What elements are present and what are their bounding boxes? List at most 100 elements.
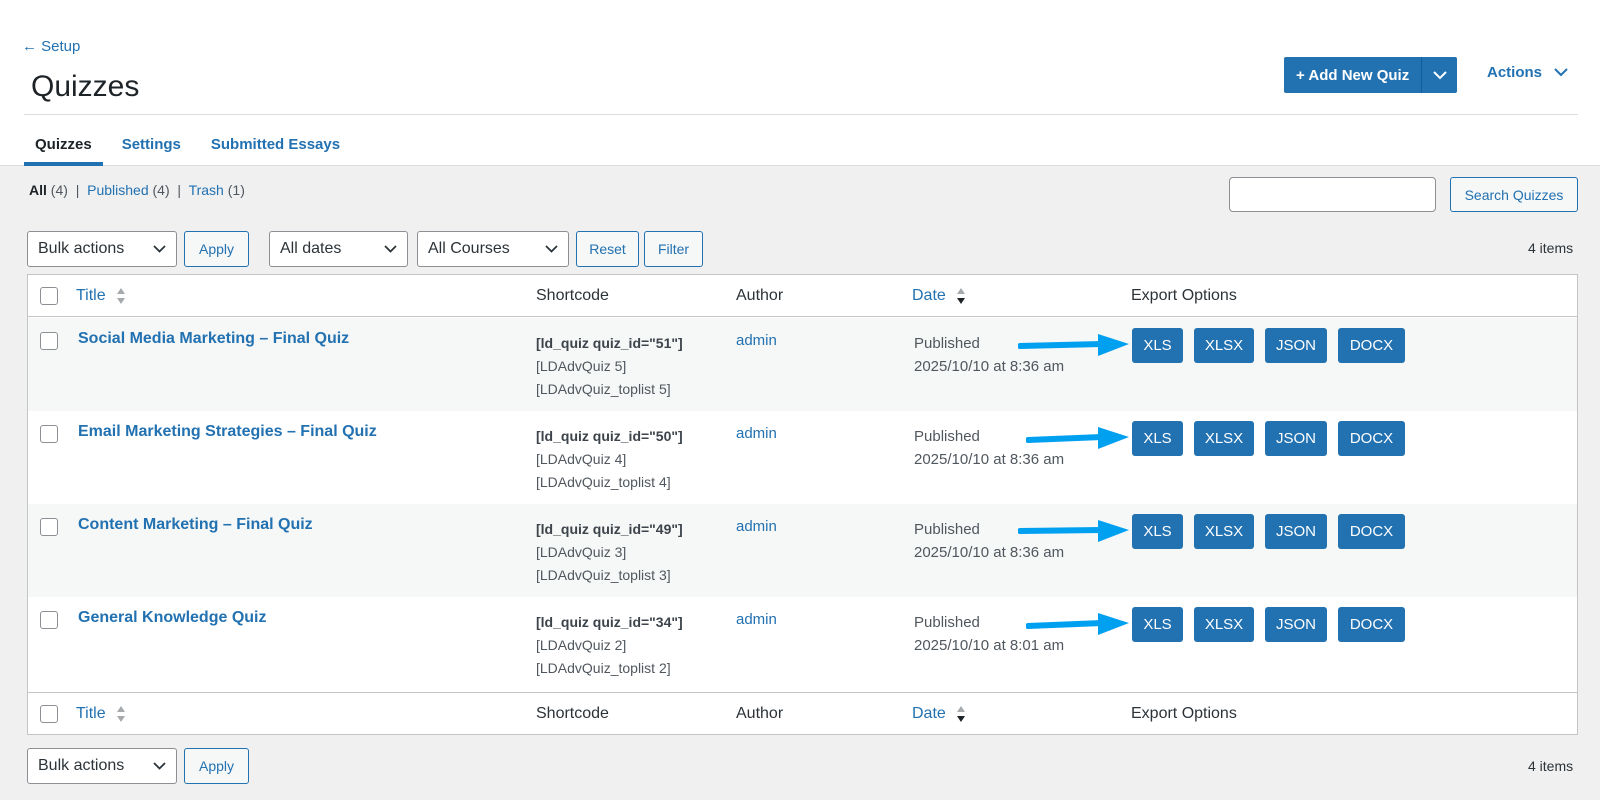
shortcode-main: [ld_quiz quiz_id="51"] xyxy=(536,335,683,351)
courses-filter-value: All Courses xyxy=(428,240,510,257)
add-new-quiz-group: + Add New Quiz xyxy=(1284,57,1458,93)
select-all-checkbox[interactable] xyxy=(40,287,58,305)
shortcode-adv: [LDAdvQuiz 2] xyxy=(536,637,627,653)
shortcode-main: [ld_quiz quiz_id="49"] xyxy=(536,521,683,537)
table-row: Content Marketing – Final Quiz [ld_quiz … xyxy=(28,504,1577,597)
quiz-title-link[interactable]: General Knowledge Quiz xyxy=(78,609,266,627)
view-published-link[interactable]: Published xyxy=(87,182,149,198)
shortcode-toplist: [LDAdvQuiz_toplist 3] xyxy=(536,567,671,583)
select-all-checkbox[interactable] xyxy=(40,705,58,723)
arrow-right-icon xyxy=(1018,334,1129,356)
view-separator: | xyxy=(177,182,182,198)
chevron-down-icon xyxy=(153,245,166,253)
export-xls-button[interactable]: XLS xyxy=(1132,328,1183,363)
search-quizzes-button[interactable]: Search Quizzes xyxy=(1450,177,1578,212)
export-json-button[interactable]: JSON xyxy=(1265,607,1327,642)
apply-button[interactable]: Apply xyxy=(184,231,249,267)
bulk-actions-select-bottom[interactable]: Bulk actions xyxy=(27,748,177,784)
actions-menu-button[interactable]: Actions xyxy=(1487,64,1568,81)
items-count-bottom: 4 items xyxy=(1528,758,1574,774)
column-date-sort[interactable]: Date xyxy=(912,705,966,723)
quiz-title-link[interactable]: Email Marketing Strategies – Final Quiz xyxy=(78,423,377,441)
shortcode-adv: [LDAdvQuiz 4] xyxy=(536,451,627,467)
column-export-options: Export Options xyxy=(1131,287,1237,304)
export-json-button[interactable]: JSON xyxy=(1265,514,1327,549)
view-trash-link[interactable]: Trash xyxy=(189,182,224,198)
header-divider xyxy=(24,114,1578,115)
column-export-options: Export Options xyxy=(1131,705,1237,722)
sort-arrows-icon xyxy=(117,288,126,304)
export-docx-button[interactable]: DOCX xyxy=(1338,328,1405,363)
add-new-dropdown-button[interactable] xyxy=(1421,57,1458,93)
export-xlsx-button[interactable]: XLSX xyxy=(1194,328,1254,363)
column-shortcode: Shortcode xyxy=(536,705,609,722)
tab-quizzes[interactable]: Quizzes xyxy=(24,128,103,166)
column-title-sort[interactable]: Title xyxy=(76,705,126,723)
shortcode-main: [ld_quiz quiz_id="34"] xyxy=(536,614,683,630)
apply-button-bottom[interactable]: Apply xyxy=(184,748,249,784)
export-xls-button[interactable]: XLS xyxy=(1132,514,1183,549)
reset-button[interactable]: Reset xyxy=(576,231,639,267)
shortcode-toplist: [LDAdvQuiz_toplist 4] xyxy=(536,474,671,490)
chevron-down-icon xyxy=(545,245,558,253)
export-xlsx-button[interactable]: XLSX xyxy=(1194,607,1254,642)
sort-arrows-icon xyxy=(957,706,966,722)
author-link[interactable]: admin xyxy=(736,611,777,628)
items-count-top: 4 items xyxy=(1528,240,1574,256)
table-header: Title Shortcode Author Date Export Optio… xyxy=(28,275,1577,317)
dates-filter-value: All dates xyxy=(280,240,342,257)
arrow-right-icon xyxy=(1026,613,1129,635)
row-checkbox[interactable] xyxy=(40,611,58,629)
tab-settings[interactable]: Settings xyxy=(111,128,192,166)
sort-arrows-icon xyxy=(957,288,966,304)
export-docx-button[interactable]: DOCX xyxy=(1338,514,1405,549)
actions-label: Actions xyxy=(1487,64,1543,81)
back-to-setup-link[interactable]: ← Setup xyxy=(22,38,80,55)
export-xlsx-button[interactable]: XLSX xyxy=(1194,421,1254,456)
view-all-count: (4) xyxy=(50,182,68,198)
shortcode-cell: [ld_quiz quiz_id="51"] [LDAdvQuiz 5] [LD… xyxy=(536,332,683,401)
arrow-right-icon xyxy=(1018,520,1129,542)
view-trash-count: (1) xyxy=(227,182,245,198)
author-link[interactable]: admin xyxy=(736,332,777,349)
column-date-label: Date xyxy=(912,705,946,723)
export-xls-button[interactable]: XLS xyxy=(1132,421,1183,456)
page-title: Quizzes xyxy=(31,70,140,103)
column-title-label: Title xyxy=(76,705,106,723)
column-date-sort[interactable]: Date xyxy=(912,287,966,305)
export-docx-button[interactable]: DOCX xyxy=(1338,421,1405,456)
row-checkbox[interactable] xyxy=(40,518,58,536)
shortcode-cell: [ld_quiz quiz_id="34"] [LDAdvQuiz 2] [LD… xyxy=(536,611,683,680)
author-link[interactable]: admin xyxy=(736,425,777,442)
export-xls-button[interactable]: XLS xyxy=(1132,607,1183,642)
export-xlsx-button[interactable]: XLSX xyxy=(1194,514,1254,549)
dates-filter-select[interactable]: All dates xyxy=(269,231,408,267)
column-title-sort[interactable]: Title xyxy=(76,287,126,305)
add-new-quiz-button[interactable]: + Add New Quiz xyxy=(1284,57,1422,93)
table-row: Social Media Marketing – Final Quiz [ld_… xyxy=(28,318,1577,411)
row-checkbox[interactable] xyxy=(40,425,58,443)
column-author: Author xyxy=(736,287,784,304)
export-json-button[interactable]: JSON xyxy=(1265,328,1327,363)
tab-submitted-essays[interactable]: Submitted Essays xyxy=(200,128,351,166)
bulk-actions-value: Bulk actions xyxy=(38,757,125,774)
shortcode-toplist: [LDAdvQuiz_toplist 2] xyxy=(536,660,671,676)
table-row: Email Marketing Strategies – Final Quiz … xyxy=(28,411,1577,504)
search-input[interactable] xyxy=(1229,177,1436,212)
view-all-link[interactable]: All xyxy=(29,182,47,198)
quiz-title-link[interactable]: Social Media Marketing – Final Quiz xyxy=(78,330,349,348)
courses-filter-select[interactable]: All Courses xyxy=(417,231,569,267)
quiz-title-link[interactable]: Content Marketing – Final Quiz xyxy=(78,516,313,534)
status-views: All (4) | Published (4) | Trash (1) xyxy=(29,182,245,198)
bulk-actions-select[interactable]: Bulk actions xyxy=(27,231,177,267)
shortcode-adv: [LDAdvQuiz 3] xyxy=(536,544,627,560)
view-published-count: (4) xyxy=(152,182,170,198)
export-json-button[interactable]: JSON xyxy=(1265,421,1327,456)
row-checkbox[interactable] xyxy=(40,332,58,350)
filter-button[interactable]: Filter xyxy=(644,231,703,267)
author-link[interactable]: admin xyxy=(736,518,777,535)
quizzes-table: Title Shortcode Author Date Export Optio… xyxy=(27,274,1578,735)
tab-bar: Quizzes Settings Submitted Essays xyxy=(24,128,359,166)
chevron-down-icon xyxy=(1432,70,1447,79)
export-docx-button[interactable]: DOCX xyxy=(1338,607,1405,642)
